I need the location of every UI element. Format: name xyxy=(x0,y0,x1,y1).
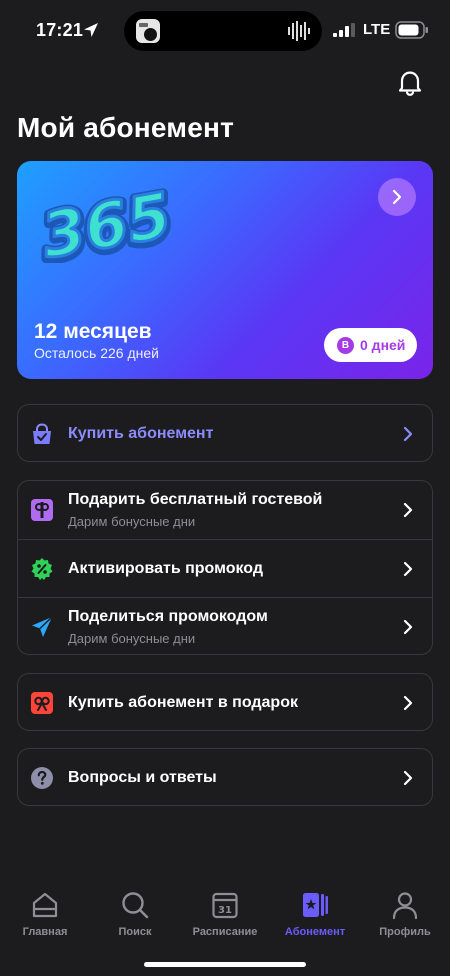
tab-bar: Главная Поиск 31 Расписание Абонемент Пр… xyxy=(0,890,450,950)
share-promo-label: Поделиться промокодом xyxy=(68,608,268,625)
pass-icon xyxy=(303,893,328,917)
notifications-button[interactable] xyxy=(392,64,428,100)
search-icon xyxy=(122,892,149,919)
status-bar: 17:21 LTE xyxy=(0,0,450,62)
subscription-period: 12 месяцев xyxy=(34,320,152,343)
faq-label: Вопросы и ответы xyxy=(68,769,217,786)
audio-waveform-icon xyxy=(288,21,310,41)
activate-promo-row[interactable]: Активировать промокод xyxy=(18,539,432,597)
bonus-days-label: 0 дней xyxy=(360,337,406,353)
dynamic-island[interactable] xyxy=(124,11,322,51)
share-promo-row[interactable]: Поделиться промокодом Дарим бонусные дни xyxy=(18,597,432,654)
profile-icon xyxy=(392,892,418,920)
gift-guest-subtitle: Дарим бонусные дни xyxy=(68,514,196,529)
logo-text-face: 365 xyxy=(36,181,175,263)
activate-promo-label: Активировать промокод xyxy=(68,560,264,577)
location-arrow-icon xyxy=(84,23,98,37)
buy-subscription-label: Купить абонемент xyxy=(68,425,214,442)
home-indicator[interactable] xyxy=(144,962,306,967)
promo-badge-icon xyxy=(31,558,53,580)
tab-schedule-label: Расписание xyxy=(192,926,258,938)
gift-guest-row[interactable]: Подарить бесплатный гостевой Дарим бонус… xyxy=(18,481,432,539)
buy-subscription-row[interactable]: Купить абонемент xyxy=(18,405,432,461)
status-time: 17:21 xyxy=(36,20,84,40)
chevron-right-icon xyxy=(403,426,413,442)
subscription-card[interactable]: 365 365 12 месяцев Осталось 226 дней B 0… xyxy=(17,161,433,379)
buy-gift-label: Купить абонемент в подарок xyxy=(68,694,298,711)
gift-purchase-group: Купить абонемент в подарок xyxy=(17,673,433,731)
question-icon xyxy=(31,767,53,789)
cellular-signal-icon xyxy=(333,23,355,37)
calendar-icon: 31 xyxy=(212,892,238,919)
tab-search-label: Поиск xyxy=(118,926,152,938)
tab-subscription[interactable]: Абонемент xyxy=(270,890,360,946)
share-promo-subtitle: Дарим бонусные дни xyxy=(68,631,196,646)
promo-group: Подарить бесплатный гостевой Дарим бонус… xyxy=(17,480,433,655)
paper-plane-icon xyxy=(32,616,53,637)
network-type-label: LTE xyxy=(363,21,391,38)
faq-row[interactable]: Вопросы и ответы xyxy=(18,749,432,805)
gift-ribbon-icon xyxy=(31,692,53,714)
bonus-coin-icon: B xyxy=(337,336,354,354)
home-icon xyxy=(32,892,58,918)
chevron-right-icon xyxy=(403,619,413,635)
chevron-right-icon xyxy=(403,695,413,711)
gift-guest-icon xyxy=(31,499,53,521)
tab-profile-label: Профиль xyxy=(379,926,431,938)
tab-schedule[interactable]: 31 Расписание xyxy=(180,890,270,946)
tab-subscription-label: Абонемент xyxy=(284,926,346,938)
subscription-remaining: Осталось 226 дней xyxy=(34,345,159,361)
page-title: Мой абонемент xyxy=(17,112,235,143)
subscription-365-logo: 365 365 xyxy=(35,181,175,263)
battery-icon xyxy=(395,21,428,39)
chevron-right-icon xyxy=(403,561,413,577)
chevron-right-icon xyxy=(403,770,413,786)
tab-home[interactable]: Главная xyxy=(0,890,90,946)
chevron-right-icon xyxy=(403,502,413,518)
tab-home-label: Главная xyxy=(22,926,68,938)
now-playing-app-icon xyxy=(136,19,160,43)
subscription-details-button[interactable] xyxy=(378,178,416,216)
buy-gift-row[interactable]: Купить абонемент в подарок xyxy=(18,674,432,730)
faq-group: Вопросы и ответы xyxy=(17,748,433,806)
buy-group: Купить абонемент xyxy=(17,404,433,462)
chevron-right-icon xyxy=(392,189,402,205)
calendar-day: 31 xyxy=(218,905,232,916)
bell-icon xyxy=(398,71,422,96)
bonus-days-badge[interactable]: B 0 дней xyxy=(324,328,417,362)
gift-guest-label: Подарить бесплатный гостевой xyxy=(68,491,323,508)
shopping-bag-icon xyxy=(33,423,51,444)
tab-search[interactable]: Поиск xyxy=(90,890,180,946)
tab-profile[interactable]: Профиль xyxy=(360,890,450,946)
